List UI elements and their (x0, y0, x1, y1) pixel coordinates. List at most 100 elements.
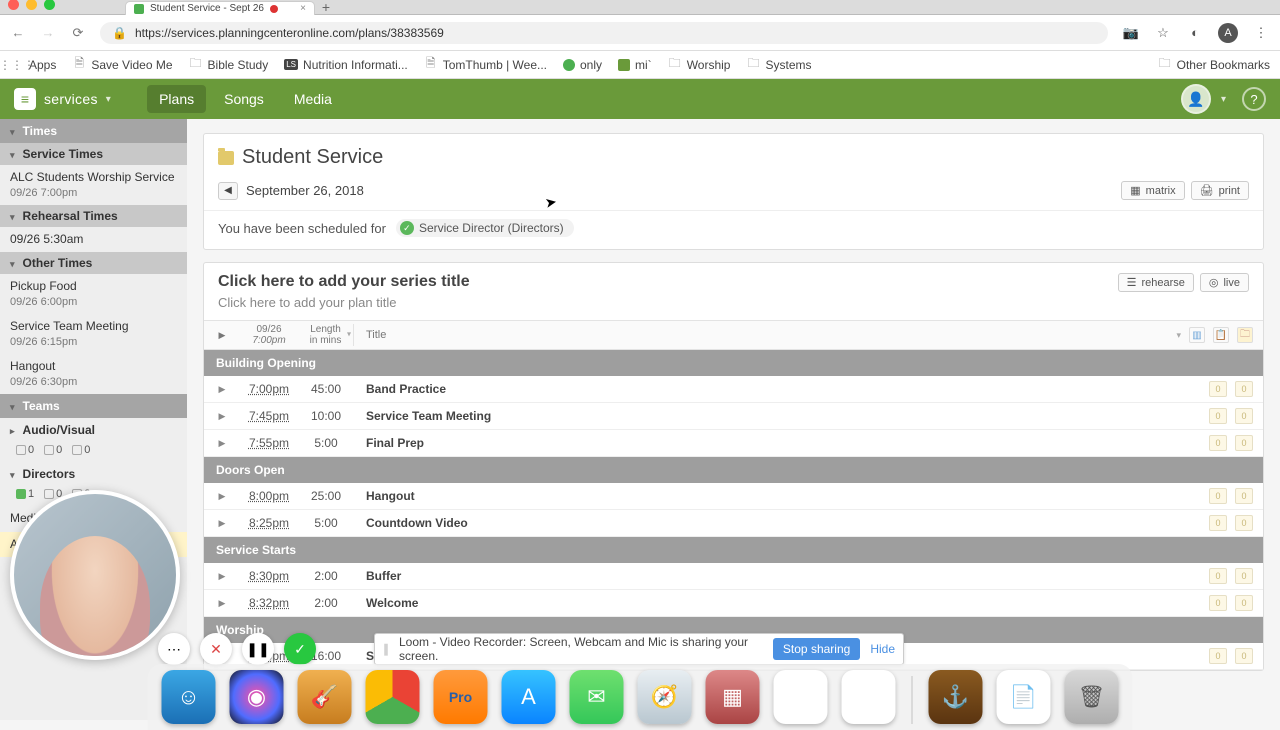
item-title[interactable]: Buffer (354, 569, 1209, 583)
attachment-count-icon[interactable]: 0 (1235, 515, 1253, 531)
item-length[interactable]: 5:00 (298, 516, 354, 530)
sidebar-team-av[interactable]: Audio/Visual (0, 418, 187, 442)
sidebar-teams-header[interactable]: Teams (0, 394, 187, 418)
play-icon[interactable]: ▶ (204, 438, 240, 449)
columns-icon[interactable]: ▥ (1189, 327, 1205, 343)
live-button[interactable]: ◎live (1200, 273, 1249, 292)
star-icon[interactable]: ☆ (1154, 24, 1172, 42)
attachment-count-icon[interactable]: 0 (1235, 488, 1253, 504)
nav-plans[interactable]: Plans (147, 85, 206, 113)
item-title[interactable]: Final Prep (354, 436, 1209, 450)
item-title[interactable]: Band Practice (354, 382, 1209, 396)
help-button[interactable]: ? (1242, 87, 1266, 111)
role-badge[interactable]: ✓ Service Director (Directors) (396, 219, 574, 237)
rehearse-button[interactable]: ☰rehearse (1118, 273, 1194, 292)
item-time[interactable]: 8:30pm (240, 569, 298, 583)
print-button[interactable]: 🖨print (1191, 181, 1249, 200)
attachment-count-icon[interactable]: 0 (1235, 568, 1253, 584)
folder-icon[interactable]: 🗀 (1237, 327, 1253, 343)
plan-item-row[interactable]: ▶8:00pm25:00Hangout00 (204, 483, 1263, 510)
user-avatar[interactable]: 👤 (1181, 84, 1211, 114)
other-bookmarks[interactable]: 🗀Other Bookmarks (1158, 58, 1270, 72)
bookmark-item[interactable]: only (563, 58, 602, 72)
chevron-down-icon[interactable]: ▾ (1221, 94, 1226, 105)
note-count-icon[interactable]: 0 (1209, 515, 1227, 531)
share-bar-drag-icon[interactable]: ∥ (383, 642, 389, 656)
note-count-icon[interactable]: 0 (1209, 488, 1227, 504)
item-title[interactable]: Hangout (354, 489, 1209, 503)
profile-avatar[interactable]: A (1218, 23, 1238, 43)
sidebar-other-item[interactable]: Pickup Food09/26 6:00pm (0, 274, 187, 314)
bookmark-item[interactable]: 🗀Worship (668, 58, 731, 72)
plan-date[interactable]: September 26, 2018 (246, 183, 364, 198)
loom-done-button[interactable]: ✓ (284, 633, 316, 665)
dock-app-activity[interactable]: ◕ (842, 670, 896, 724)
sidebar-other-item[interactable]: Hangout09/26 6:30pm (0, 354, 187, 394)
sidebar-team-directors[interactable]: Directors (0, 462, 187, 486)
forward-button[interactable]: → (40, 25, 56, 40)
plan-item-row[interactable]: ▶8:25pm5:00Countdown Video00 (204, 510, 1263, 537)
matrix-button[interactable]: ▦matrix (1121, 181, 1184, 200)
note-count-icon[interactable]: 0 (1209, 435, 1227, 451)
dock-app-messages[interactable]: ✉ (570, 670, 624, 724)
dock-app-siri[interactable]: ◉ (230, 670, 284, 724)
item-length[interactable]: 2:00 (298, 569, 354, 583)
play-column[interactable]: ▶ (204, 330, 240, 341)
loom-cancel-button[interactable]: ✕ (200, 633, 232, 665)
address-bar[interactable]: 🔒 https://services.planningcenteronline.… (100, 22, 1108, 44)
section-header[interactable]: Doors Open (204, 457, 1263, 483)
item-length[interactable]: 5:00 (298, 436, 354, 450)
dock-app-safari[interactable]: 🧭 (638, 670, 692, 724)
close-window[interactable] (8, 0, 19, 10)
dock-app-appstore[interactable]: A (502, 670, 556, 724)
play-icon[interactable]: ▶ (204, 411, 240, 422)
plan-item-row[interactable]: ▶7:00pm45:00Band Practice00 (204, 376, 1263, 403)
sidebar-times-header[interactable]: Times (0, 119, 187, 143)
nav-songs[interactable]: Songs (212, 85, 276, 113)
bookmark-item[interactable]: mi` (618, 58, 652, 72)
note-count-icon[interactable]: 0 (1209, 408, 1227, 424)
bookmark-item[interactable]: 🗀Bible Study (189, 58, 269, 72)
attachment-count-icon[interactable]: 0 (1235, 595, 1253, 611)
menu-icon[interactable]: ⋮ (1252, 24, 1270, 42)
dock-app-propresenter[interactable]: Pro (434, 670, 488, 724)
dock-app-loom[interactable]: ✱ (774, 670, 828, 724)
item-time[interactable]: 8:32pm (240, 596, 298, 610)
note-count-icon[interactable]: 0 (1209, 648, 1227, 664)
sidebar-rehearsal-times[interactable]: Rehearsal Times (0, 205, 187, 227)
sidebar-service-times[interactable]: Service Times (0, 143, 187, 165)
sidebar-rehearsal-item[interactable]: 09/26 5:30am (0, 227, 187, 253)
item-title[interactable]: Countdown Video (354, 516, 1209, 530)
attachment-count-icon[interactable]: 0 (1235, 435, 1253, 451)
maximize-window[interactable] (44, 0, 55, 10)
back-button[interactable]: ← (10, 25, 26, 40)
minimize-window[interactable] (26, 0, 37, 10)
dock-app-finder[interactable]: ☺ (162, 670, 216, 724)
length-column[interactable]: Lengthin mins▾ (298, 324, 354, 346)
section-header[interactable]: Service Starts (204, 537, 1263, 563)
item-length[interactable]: 2:00 (298, 596, 354, 610)
hide-share-bar-button[interactable]: Hide (870, 642, 895, 656)
dock-app-garageband[interactable]: 🎸 (298, 670, 352, 724)
item-length[interactable]: 25:00 (298, 489, 354, 503)
plan-item-row[interactable]: ▶7:45pm10:00Service Team Meeting00 (204, 403, 1263, 430)
time-column[interactable]: 09/267:00pm (240, 324, 298, 346)
sidebar-other-item[interactable]: Service Team Meeting09/26 6:15pm (0, 314, 187, 354)
dock-app-trash[interactable]: 🗑 (1065, 670, 1119, 724)
dock-app-chrome[interactable] (366, 670, 420, 724)
attachment-count-icon[interactable]: 0 (1235, 648, 1253, 664)
sidebar-service-item[interactable]: ALC Students Worship Service 09/26 7:00p… (0, 165, 187, 205)
apps-button[interactable]: ⋮⋮⋮Apps (10, 58, 56, 72)
dock-app-numbers[interactable]: ▦ (706, 670, 760, 724)
item-time[interactable]: 7:00pm (240, 382, 298, 396)
bookmark-item[interactable]: 🗀Systems (746, 58, 811, 72)
item-time[interactable]: 8:00pm (240, 489, 298, 503)
play-icon[interactable]: ▶ (204, 571, 240, 582)
note-count-icon[interactable]: 0 (1209, 568, 1227, 584)
plan-title-input[interactable]: Click here to add your plan title (218, 295, 1118, 310)
nav-media[interactable]: Media (282, 85, 344, 113)
play-icon[interactable]: ▶ (204, 384, 240, 395)
camera-icon[interactable]: 📷 (1122, 24, 1140, 42)
prev-plan-button[interactable]: ◀ (218, 182, 238, 200)
bookmark-item[interactable]: 🗎Save Video Me (72, 58, 172, 72)
